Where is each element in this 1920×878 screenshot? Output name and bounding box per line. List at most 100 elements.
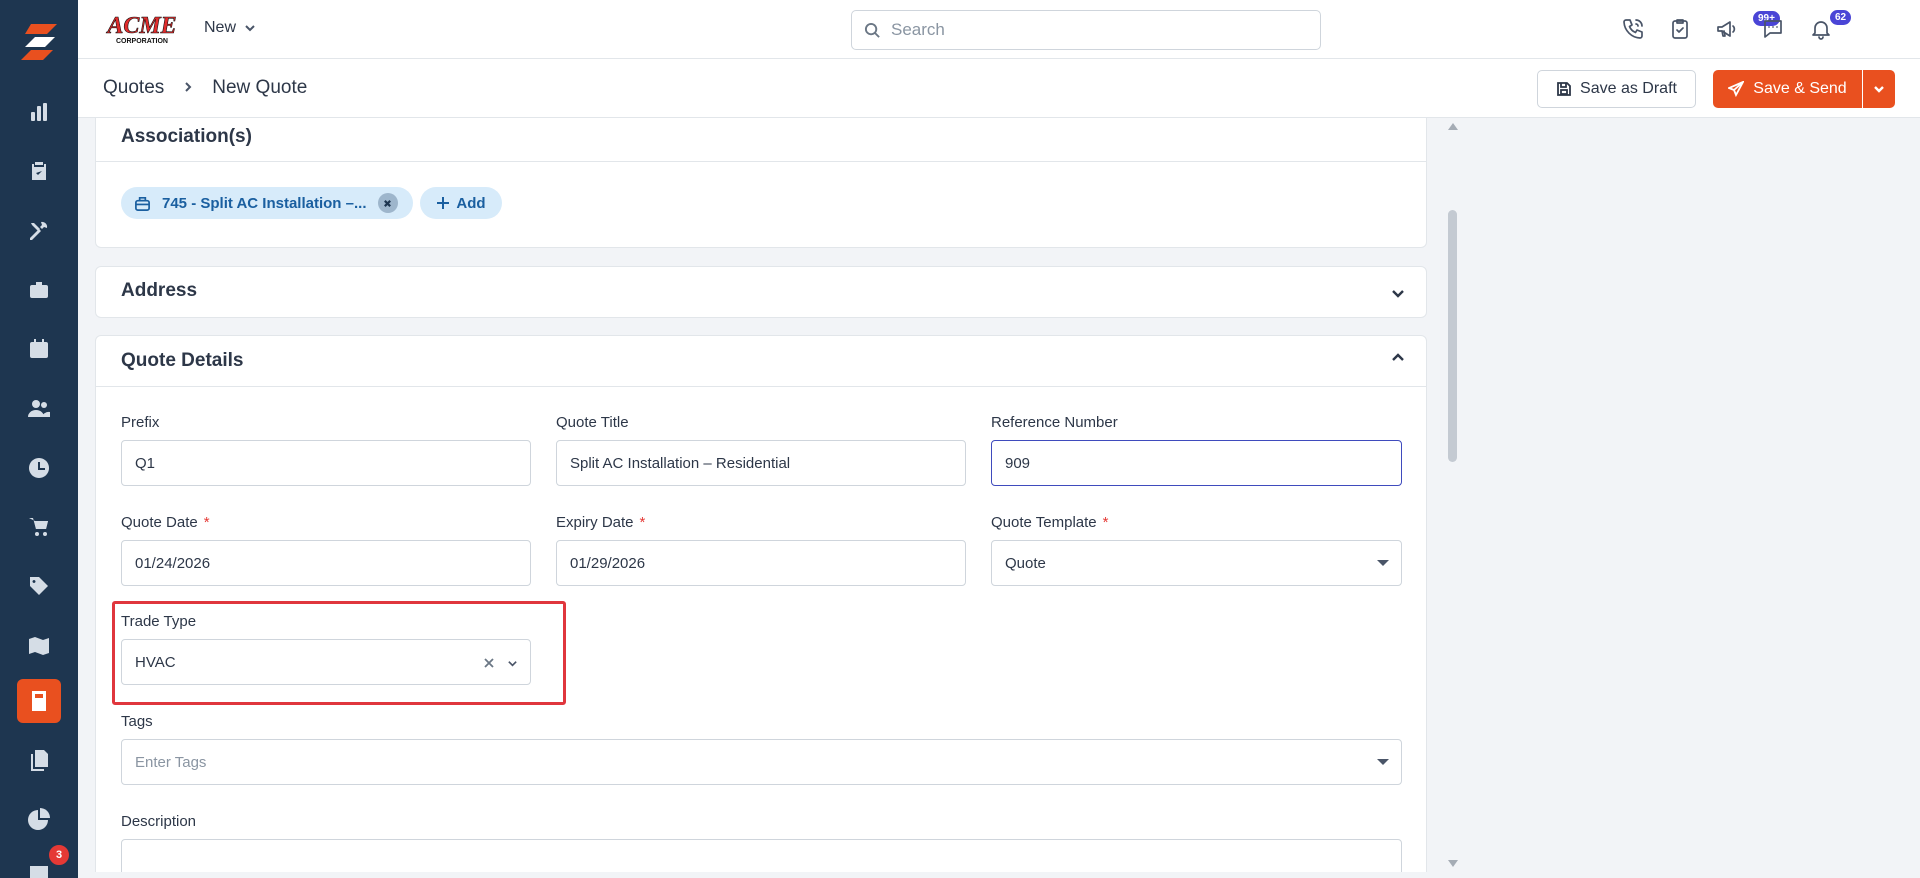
save-send-button[interactable]: Save & Send	[1713, 70, 1862, 108]
add-association-button[interactable]: Add	[420, 187, 502, 219]
scroll-down-icon[interactable]	[1448, 860, 1458, 867]
save-draft-button[interactable]: Save as Draft	[1537, 70, 1696, 108]
app-logo-icon[interactable]	[17, 20, 61, 64]
clock-icon	[29, 458, 50, 478]
chevron-down-icon	[1392, 290, 1404, 298]
documents-icon	[31, 750, 48, 771]
chat-icon	[30, 866, 48, 878]
phone-button[interactable]	[1618, 14, 1648, 44]
message-icon	[1764, 20, 1782, 38]
sidebar-item-documents[interactable]	[17, 738, 61, 782]
prefix-label: Prefix	[121, 414, 160, 431]
associations-title: Association(s)	[121, 126, 252, 147]
new-menu-label: New	[204, 19, 237, 36]
card-divider	[96, 161, 1426, 162]
page-header: Quotes New Quote Save as Draft Save & Se…	[78, 59, 1920, 118]
top-bar: ACME CORPORATION New 99+ 62	[78, 0, 1920, 59]
quote-date-input[interactable]	[121, 540, 531, 586]
quote-details-title: Quote Details	[121, 350, 244, 371]
calculator-icon	[32, 691, 46, 711]
address-title: Address	[121, 280, 198, 301]
floppy-disk-icon	[1557, 82, 1571, 96]
quote-template-label-text: Quote Template	[991, 514, 1097, 531]
remove-association-button[interactable]	[377, 193, 398, 213]
brand-name: ACME	[105, 13, 176, 39]
required-marker: *	[1102, 514, 1109, 531]
sidebar-item-projects[interactable]	[17, 268, 61, 312]
tools-icon	[30, 221, 48, 240]
quote-date-label: Quote Date *	[121, 514, 210, 531]
close-icon	[384, 199, 391, 207]
quote-template-select[interactable]: Quote	[991, 540, 1402, 586]
breadcrumb: Quotes New Quote	[103, 77, 307, 99]
search-icon	[864, 22, 880, 38]
new-menu-button[interactable]: New	[204, 19, 256, 37]
required-marker: *	[639, 514, 646, 531]
sidebar-item-jobs[interactable]	[17, 149, 61, 193]
association-chip-label: 745 - Split AC Installation –...	[162, 194, 367, 212]
sidebar-item-purchasing[interactable]	[17, 505, 61, 549]
messages-button[interactable]	[1758, 14, 1788, 44]
reference-number-label: Reference Number	[991, 414, 1118, 431]
briefcase-icon	[135, 196, 150, 211]
required-marker: *	[203, 514, 210, 531]
associations-card: Association(s) 745 - Split AC Installati…	[95, 118, 1427, 248]
phone-icon	[1623, 19, 1643, 39]
acme-logo[interactable]: ACME CORPORATION	[104, 12, 180, 46]
sidebar-item-pricebook[interactable]	[17, 564, 61, 608]
clipboard-check-icon	[32, 162, 46, 180]
map-icon	[29, 637, 49, 655]
announcements-button[interactable]	[1712, 14, 1742, 44]
page-title: New Quote	[212, 77, 308, 98]
trade-type-highlight	[112, 601, 566, 705]
description-textarea[interactable]	[121, 839, 1402, 872]
collapse-quote-details-button[interactable]	[1390, 350, 1406, 366]
save-send-options-button[interactable]	[1863, 70, 1895, 108]
search-box[interactable]	[851, 10, 1321, 50]
add-association-label: Add	[456, 194, 486, 212]
sidebar-item-quotes[interactable]	[17, 679, 61, 723]
users-icon	[28, 400, 50, 417]
scrollbar-thumb[interactable]	[1448, 210, 1457, 462]
megaphone-icon	[1717, 21, 1736, 37]
expiry-date-label: Expiry Date *	[556, 514, 645, 531]
association-chip[interactable]: 745 - Split AC Installation –...	[121, 187, 413, 219]
card-divider	[96, 386, 1426, 387]
tag-icon	[30, 577, 48, 595]
cart-icon	[29, 518, 48, 536]
chevron-right-icon	[182, 77, 194, 99]
sidebar-item-reports[interactable]	[17, 90, 61, 134]
tasks-button[interactable]	[1665, 14, 1695, 44]
save-draft-label: Save as Draft	[1580, 80, 1677, 97]
reference-number-input[interactable]	[991, 440, 1402, 486]
search-input[interactable]	[891, 20, 1291, 40]
address-card[interactable]: Address	[95, 266, 1427, 318]
quote-template-value: Quote	[1005, 554, 1046, 572]
chevron-up-icon	[1392, 353, 1404, 361]
sidebar-item-service[interactable]	[17, 209, 61, 253]
expiry-date-label-text: Expiry Date	[556, 514, 634, 531]
scroll-up-icon[interactable]	[1448, 123, 1458, 130]
description-label: Description	[121, 813, 197, 830]
pie-chart-icon	[28, 808, 50, 830]
sidebar-item-map[interactable]	[17, 624, 61, 668]
sidebar-item-analytics[interactable]	[17, 797, 61, 841]
briefcase-icon	[30, 282, 48, 298]
bar-chart-icon	[31, 103, 47, 121]
save-send-label: Save & Send	[1753, 80, 1847, 97]
form-content: Association(s) 745 - Split AC Installati…	[78, 118, 1428, 872]
chevron-down-icon	[1874, 86, 1884, 93]
quote-title-input[interactable]	[556, 440, 966, 486]
tags-select[interactable]: Enter Tags	[121, 739, 1402, 785]
send-icon	[1728, 81, 1745, 97]
sidebar-item-timesheets[interactable]	[17, 446, 61, 490]
sidebar-item-customers[interactable]	[17, 386, 61, 430]
caret-down-icon	[1377, 759, 1389, 765]
expand-address-button[interactable]	[1390, 285, 1406, 301]
tags-label: Tags	[121, 713, 153, 730]
prefix-input[interactable]	[121, 440, 531, 486]
breadcrumb-quotes-link[interactable]: Quotes	[103, 77, 164, 99]
sidebar-item-schedule[interactable]	[17, 327, 61, 371]
expiry-date-input[interactable]	[556, 540, 966, 586]
notifications-badge: 62	[1829, 9, 1853, 26]
